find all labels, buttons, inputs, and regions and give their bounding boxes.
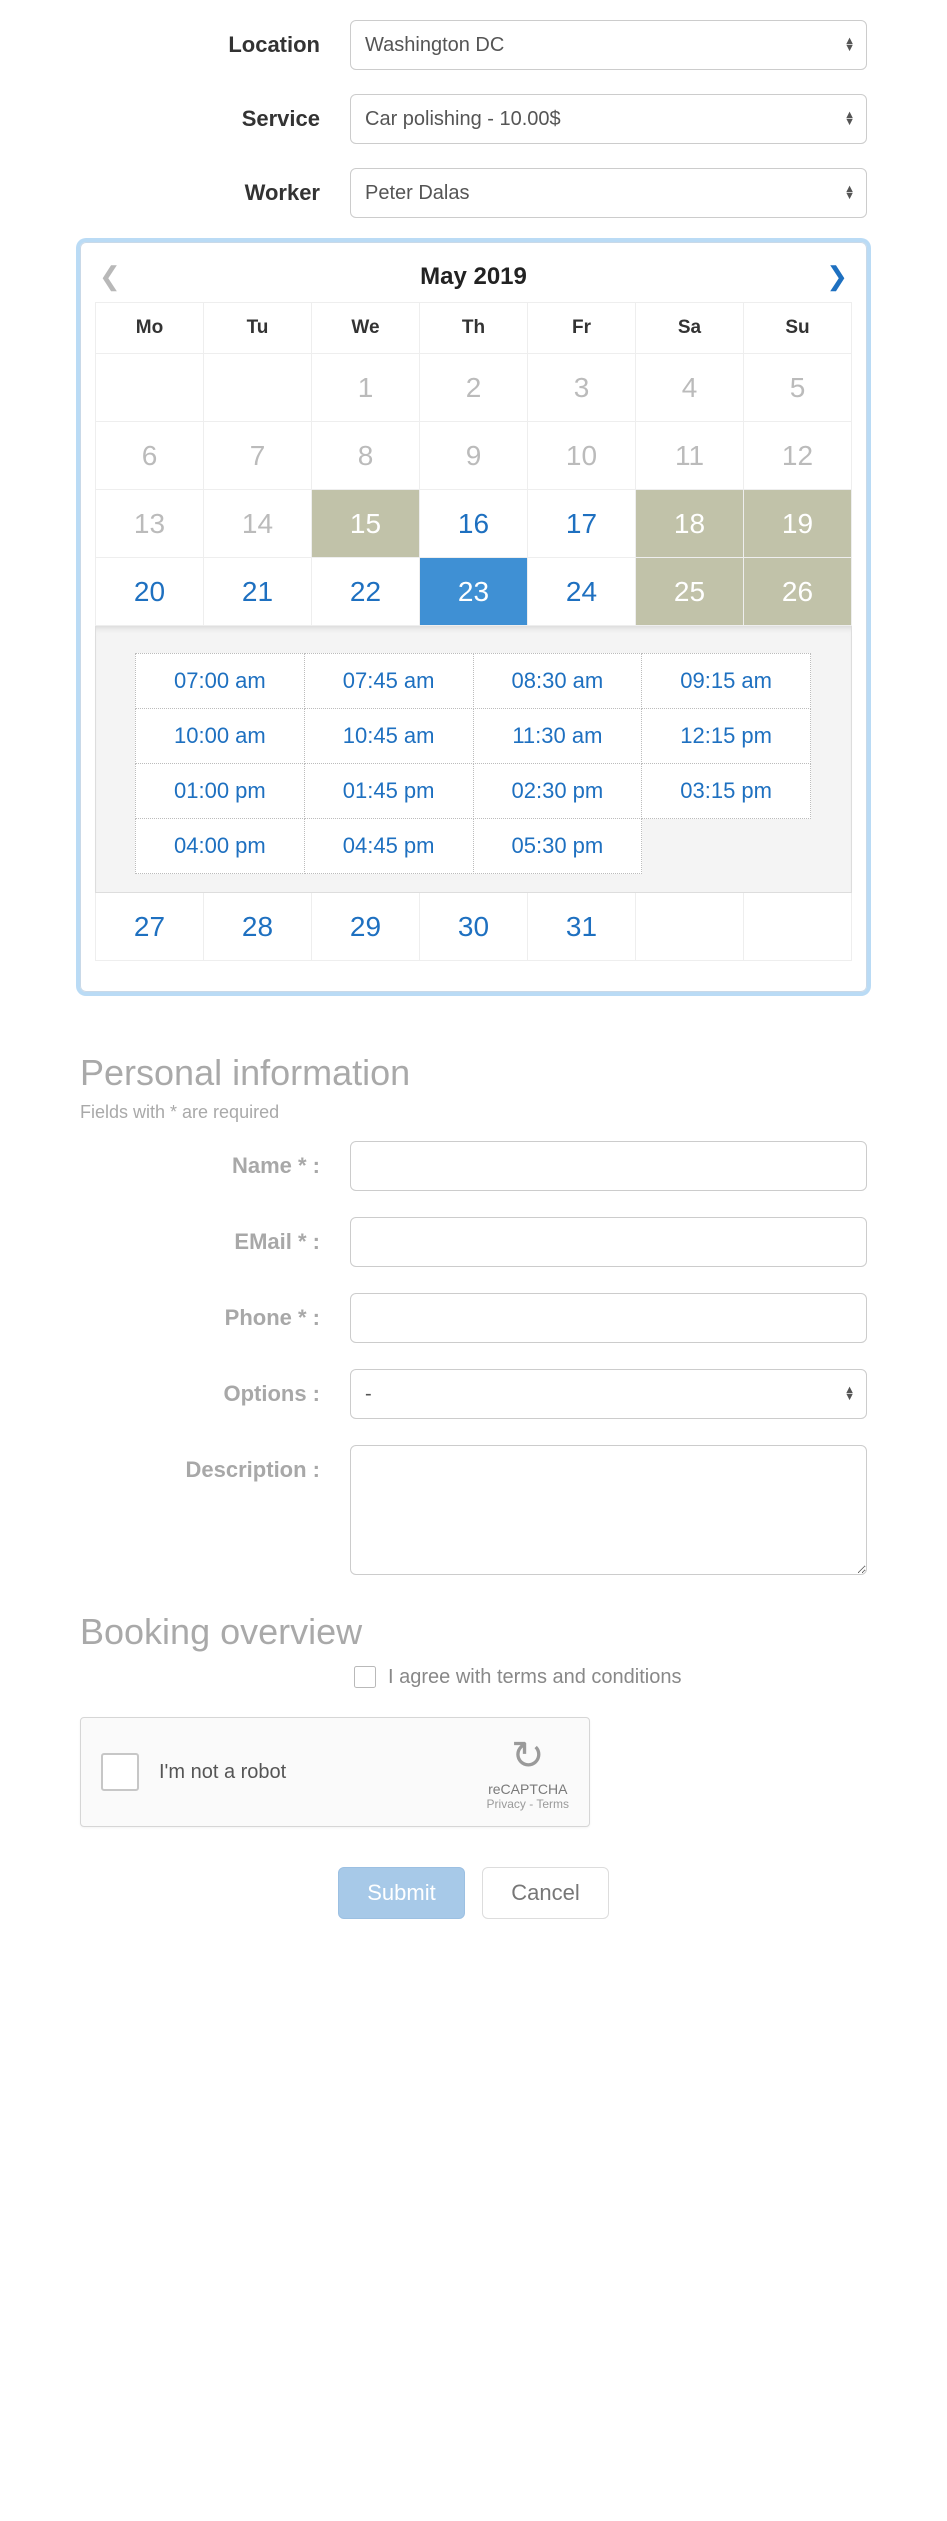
calendar-table: MoTuWeThFrSaSu 1234567891011121314151617…: [95, 302, 852, 961]
calendar-day[interactable]: 21: [204, 558, 312, 626]
calendar-day[interactable]: 16: [420, 490, 528, 558]
service-label: Service: [80, 106, 350, 132]
calendar-day: 6: [96, 422, 204, 490]
phone-label: Phone * :: [80, 1293, 350, 1331]
time-slot[interactable]: 04:45 pm: [304, 818, 474, 874]
time-slot[interactable]: 01:45 pm: [304, 763, 474, 819]
recaptcha-links[interactable]: Privacy - Terms: [487, 1797, 569, 1811]
time-slot[interactable]: 05:30 pm: [473, 818, 643, 874]
calendar-dow: We: [312, 303, 420, 354]
calendar-day: [636, 893, 744, 961]
location-label: Location: [80, 32, 350, 58]
time-slots-box: 07:00 am07:45 am08:30 am09:15 am 10:00 am…: [96, 626, 851, 892]
time-slot[interactable]: 08:30 am: [473, 653, 643, 709]
worker-label: Worker: [80, 180, 350, 206]
time-slot[interactable]: 10:00 am: [135, 708, 305, 764]
calendar-panel: ❮ May 2019 ❯ MoTuWeThFrSaSu 123456789101…: [80, 242, 867, 992]
calendar-day: 19: [744, 490, 852, 558]
calendar-dow: Su: [744, 303, 852, 354]
calendar-dow: Mo: [96, 303, 204, 354]
calendar-day: 18: [636, 490, 744, 558]
submit-button[interactable]: Submit: [338, 1867, 464, 1919]
calendar-day[interactable]: 29: [312, 893, 420, 961]
calendar-day: [744, 893, 852, 961]
email-input[interactable]: [350, 1217, 867, 1267]
calendar-dow: Th: [420, 303, 528, 354]
calendar-day: [96, 354, 204, 422]
name-label: Name * :: [80, 1141, 350, 1179]
calendar-day[interactable]: 23: [420, 558, 528, 626]
calendar-dow: Sa: [636, 303, 744, 354]
calendar-day: [204, 354, 312, 422]
calendar-next-icon[interactable]: ❯: [826, 261, 848, 292]
calendar-day[interactable]: 17: [528, 490, 636, 558]
options-label: Options :: [80, 1369, 350, 1407]
description-label: Description :: [80, 1445, 350, 1483]
recaptcha-checkbox[interactable]: [101, 1753, 139, 1791]
calendar-day: 14: [204, 490, 312, 558]
calendar-day: 10: [528, 422, 636, 490]
email-label: EMail * :: [80, 1217, 350, 1255]
name-input[interactable]: [350, 1141, 867, 1191]
calendar-day: 26: [744, 558, 852, 626]
description-input[interactable]: [350, 1445, 867, 1575]
calendar-day: 9: [420, 422, 528, 490]
calendar-day: 4: [636, 354, 744, 422]
time-slot[interactable]: 04:00 pm: [135, 818, 305, 874]
calendar-day[interactable]: 28: [204, 893, 312, 961]
calendar-day[interactable]: 30: [420, 893, 528, 961]
overview-heading: Booking overview: [80, 1611, 867, 1653]
time-slot[interactable]: 11:30 am: [473, 708, 643, 764]
options-select[interactable]: -: [350, 1369, 867, 1419]
required-hint: Fields with * are required: [80, 1102, 867, 1123]
calendar-day[interactable]: 24: [528, 558, 636, 626]
agree-label: I agree with terms and conditions: [388, 1666, 682, 1689]
calendar-day: 5: [744, 354, 852, 422]
personal-heading: Personal information: [80, 1052, 867, 1094]
service-select[interactable]: Car polishing - 10.00$: [350, 94, 867, 144]
calendar-day: 7: [204, 422, 312, 490]
cancel-button[interactable]: Cancel: [482, 1867, 608, 1919]
recaptcha-icon: ↻: [487, 1733, 569, 1779]
location-select[interactable]: Washington DC: [350, 20, 867, 70]
time-slot[interactable]: 01:00 pm: [135, 763, 305, 819]
calendar-title: May 2019: [420, 263, 527, 291]
calendar-day: 13: [96, 490, 204, 558]
time-slot[interactable]: 12:15 pm: [641, 708, 811, 764]
recaptcha-text: I'm not a robot: [159, 1761, 487, 1784]
time-slot[interactable]: 07:45 am: [304, 653, 474, 709]
calendar-dow: Tu: [204, 303, 312, 354]
calendar-day: 8: [312, 422, 420, 490]
calendar-day[interactable]: 27: [96, 893, 204, 961]
agree-checkbox[interactable]: [354, 1666, 376, 1688]
time-slot[interactable]: 03:15 pm: [641, 763, 811, 819]
calendar-day: 11: [636, 422, 744, 490]
calendar-day[interactable]: 20: [96, 558, 204, 626]
phone-input[interactable]: [350, 1293, 867, 1343]
calendar-day: 1: [312, 354, 420, 422]
calendar-dow: Fr: [528, 303, 636, 354]
worker-select[interactable]: Peter Dalas: [350, 168, 867, 218]
calendar-day[interactable]: 31: [528, 893, 636, 961]
time-slot[interactable]: 10:45 am: [304, 708, 474, 764]
calendar-day: 15: [312, 490, 420, 558]
recaptcha-brand: reCAPTCHA: [487, 1781, 569, 1797]
time-slot[interactable]: 09:15 am: [641, 653, 811, 709]
time-slot[interactable]: 02:30 pm: [473, 763, 643, 819]
time-slot[interactable]: 07:00 am: [135, 653, 305, 709]
calendar-day: 3: [528, 354, 636, 422]
recaptcha-widget: I'm not a robot ↻ reCAPTCHA Privacy - Te…: [80, 1717, 590, 1827]
calendar-day: 12: [744, 422, 852, 490]
calendar-prev-icon[interactable]: ❮: [99, 261, 121, 292]
calendar-day[interactable]: 22: [312, 558, 420, 626]
calendar-day: 25: [636, 558, 744, 626]
calendar-day: 2: [420, 354, 528, 422]
